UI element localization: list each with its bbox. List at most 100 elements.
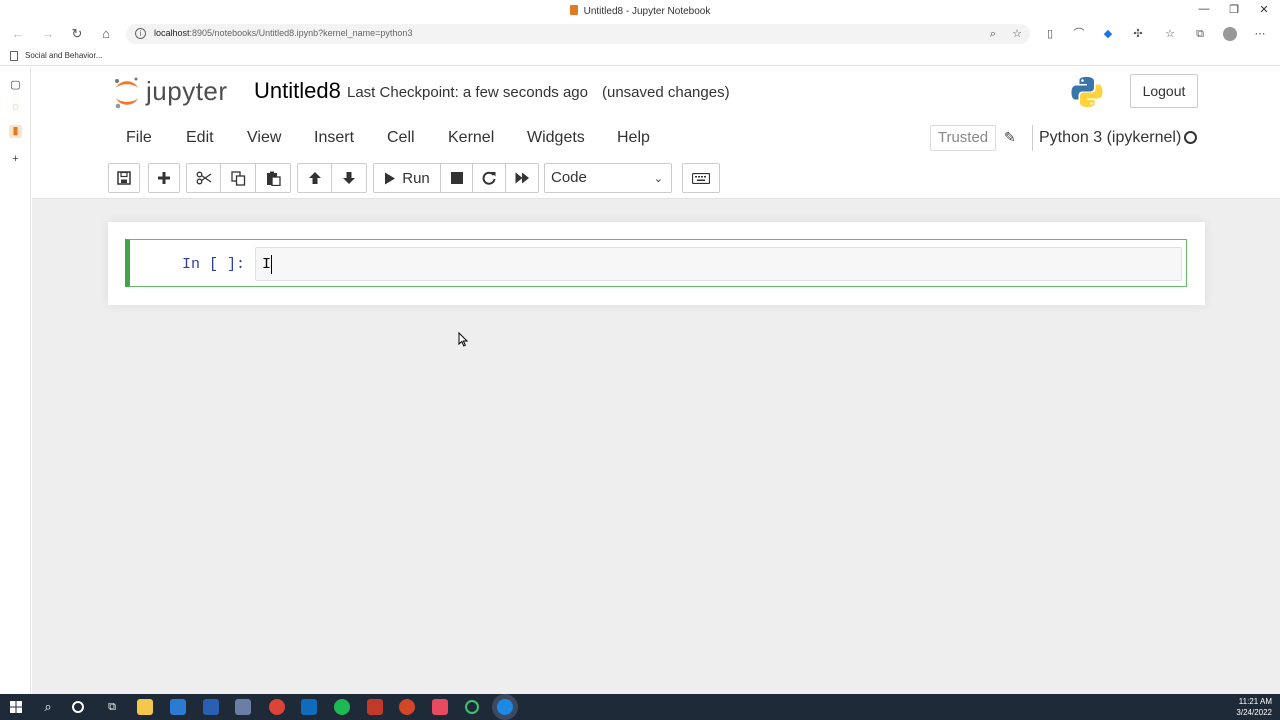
task-view-icon[interactable]: ⧉: [104, 699, 120, 715]
window-title-text: Untitled8 - Jupyter Notebook: [583, 6, 711, 17]
window-titlebar: Untitled8 - Jupyter Notebook — ❐ ✕: [0, 0, 1280, 22]
store-icon[interactable]: [170, 699, 186, 715]
cortana-icon[interactable]: [72, 701, 84, 713]
browser-toolbar: ← → ↻ ⌂ i localhost:8905/notebooks/Untit…: [0, 22, 1280, 46]
bookmarks-bar: Social and Behavior...: [0, 46, 1280, 66]
extension-icon[interactable]: ⌒: [1072, 27, 1086, 41]
reading-view-icon[interactable]: ▯: [1043, 27, 1057, 41]
windows-start-icon[interactable]: [8, 699, 24, 715]
menu-bar: File Edit View Insert Cell Kernel Widget…: [108, 119, 1204, 155]
kernel-name[interactable]: Python 3 (ipykernel): [1039, 129, 1181, 147]
extensions-puzzle-icon[interactable]: ✣: [1131, 27, 1145, 41]
notebook-container: In [ ]: I: [108, 222, 1205, 305]
mouse-pointer-icon: [458, 332, 468, 347]
stop-icon: [450, 172, 463, 184]
collections-icon[interactable]: ⧉: [1193, 27, 1207, 41]
cell-type-value: Code: [551, 169, 587, 186]
notebook-tab-icon[interactable]: ▮: [9, 125, 22, 138]
url-path: :8905/notebooks/Untitled8.ipynb?kernel_n…: [189, 28, 413, 38]
cell-type-select[interactable]: Code ⌄: [544, 163, 672, 193]
outlook-icon[interactable]: [301, 699, 317, 715]
unsaved-status: (unsaved changes): [602, 84, 730, 101]
app-green-icon[interactable]: [465, 700, 479, 714]
clock-time: 11:21 AM: [1238, 697, 1272, 706]
chrome-icon[interactable]: [269, 699, 285, 715]
url-host: localhost: [154, 28, 190, 38]
restart-kernel-button[interactable]: [473, 163, 506, 193]
spotify-icon[interactable]: [334, 699, 350, 715]
move-cell-up-button[interactable]: [297, 163, 332, 193]
chevron-down-icon: ⌄: [653, 173, 663, 185]
command-palette-button[interactable]: [682, 163, 720, 193]
menu-widgets[interactable]: Widgets: [527, 129, 585, 147]
system-clock[interactable]: 11:21 AM 3/24/2022: [1236, 696, 1272, 718]
file-explorer-icon[interactable]: [137, 699, 153, 715]
copy-icon: [230, 170, 245, 186]
jupyter-page: jupyter Untitled8 Last Checkpoint: a few…: [32, 67, 1280, 694]
menu-cell[interactable]: Cell: [387, 129, 415, 147]
notebook-name[interactable]: Untitled8: [254, 78, 341, 104]
arrow-up-icon: [308, 172, 321, 184]
minimize-button[interactable]: —: [1196, 3, 1212, 15]
pencil-icon[interactable]: ✎: [1004, 129, 1016, 146]
python-logo-icon: [1071, 77, 1103, 107]
new-tab-plus-icon[interactable]: +: [9, 153, 22, 166]
paste-icon: [266, 171, 281, 186]
back-icon[interactable]: ←: [10, 26, 26, 42]
url-text[interactable]: localhost:8905/notebooks/Untitled8.ipynb…: [154, 28, 412, 38]
menu-view[interactable]: View: [247, 129, 281, 147]
site-info-icon[interactable]: i: [135, 28, 146, 39]
restart-run-all-button[interactable]: [506, 163, 539, 193]
zoom-icon[interactable]: ⌕: [986, 27, 1000, 41]
reload-icon[interactable]: ↻: [69, 26, 85, 42]
close-button[interactable]: ✕: [1256, 3, 1272, 16]
cell-input-editor[interactable]: I: [255, 247, 1182, 281]
windows-taskbar: ⌕ ⧉ 11:21 AM 3/24/2022: [0, 694, 1280, 720]
app-red-icon[interactable]: [432, 699, 448, 715]
forward-icon[interactable]: →: [40, 26, 56, 42]
tab-actions-icon[interactable]: ▢: [9, 79, 22, 92]
insert-cell-below-button[interactable]: [148, 163, 180, 193]
search-icon[interactable]: ⌕: [40, 699, 56, 715]
run-button[interactable]: Run: [373, 163, 441, 193]
menu-file[interactable]: File: [126, 129, 152, 147]
cut-cells-button[interactable]: [186, 163, 221, 193]
restore-button[interactable]: ❐: [1226, 3, 1242, 16]
arrow-down-icon: [343, 172, 355, 184]
menu-insert[interactable]: Insert: [314, 129, 354, 147]
code-cell[interactable]: In [ ]: I: [125, 239, 1187, 287]
run-label: Run: [402, 169, 430, 187]
plus-icon: [158, 172, 170, 184]
logout-button[interactable]: Logout: [1130, 74, 1198, 108]
favorites-icon[interactable]: ☆: [1163, 27, 1177, 41]
jupyter-tab-icon[interactable]: ◌: [9, 101, 22, 114]
app-icon[interactable]: [235, 699, 251, 715]
bookmark-social-behavior[interactable]: Social and Behavior...: [25, 51, 102, 60]
move-cell-down-button[interactable]: [332, 163, 367, 193]
keyboard-icon: [692, 172, 710, 184]
menu-help[interactable]: Help: [617, 129, 650, 147]
menu-edit[interactable]: Edit: [186, 129, 214, 147]
address-bar[interactable]: i localhost:8905/notebooks/Untitled8.ipy…: [126, 24, 1030, 44]
scissors-icon: [196, 171, 211, 185]
powerpoint-icon[interactable]: [399, 699, 415, 715]
acrobat-icon[interactable]: [367, 699, 383, 715]
bookmark-page-icon: [10, 51, 18, 61]
interrupt-kernel-button[interactable]: [441, 163, 473, 193]
save-button[interactable]: [108, 163, 140, 193]
copy-cells-button[interactable]: [221, 163, 256, 193]
word-icon[interactable]: [203, 699, 219, 715]
favorite-add-icon[interactable]: ☆: [1010, 27, 1024, 41]
window-title: Untitled8 - Jupyter Notebook: [0, 5, 1280, 17]
home-icon[interactable]: ⌂: [98, 26, 114, 42]
kernel-separator: [1032, 125, 1033, 151]
profile-avatar-icon[interactable]: [1223, 27, 1237, 41]
paste-cells-button[interactable]: [256, 163, 291, 193]
menu-kernel[interactable]: Kernel: [448, 129, 494, 147]
more-options-icon[interactable]: ⋯: [1253, 27, 1267, 41]
trusted-indicator[interactable]: Trusted: [930, 125, 996, 151]
play-icon: [385, 172, 396, 184]
browser-sidebar: ▢ ◌ ▮ +: [0, 67, 31, 694]
graduation-cap-icon[interactable]: ◆: [1101, 27, 1115, 41]
edge-icon[interactable]: [497, 699, 513, 715]
